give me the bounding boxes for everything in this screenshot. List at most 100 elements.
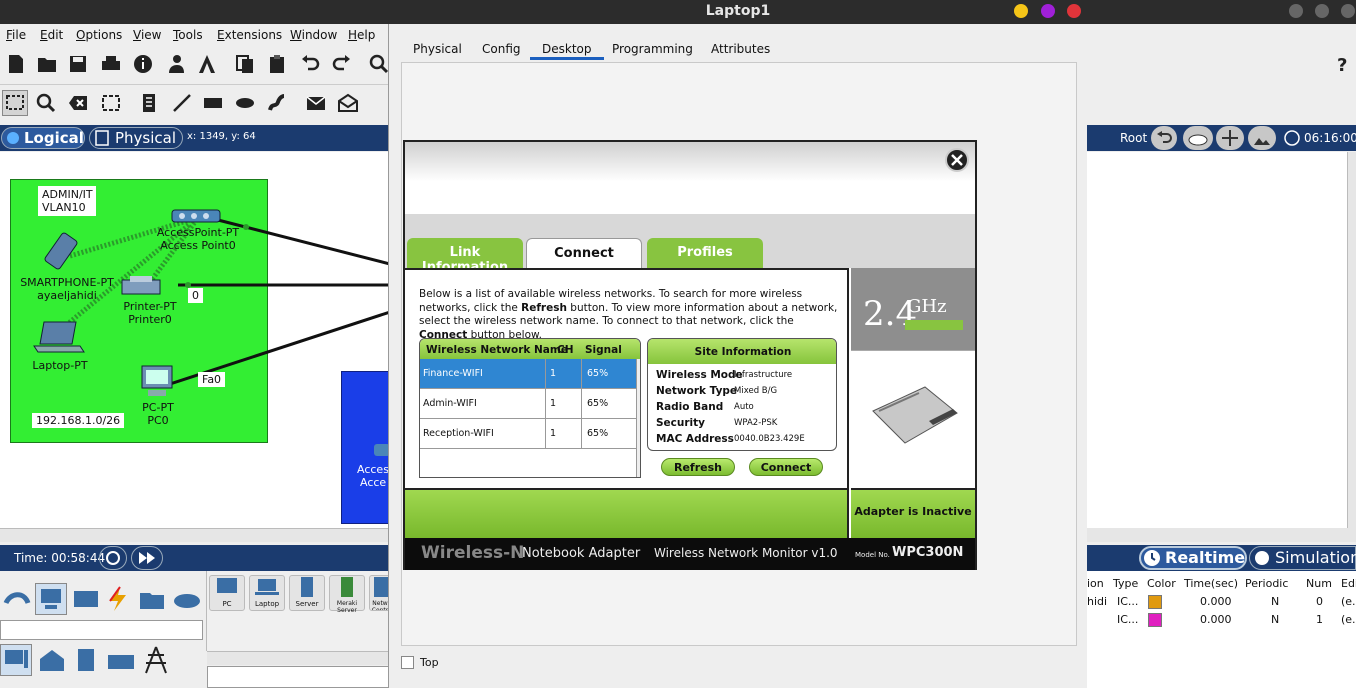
network-table-scrollbar[interactable] — [636, 359, 640, 477]
back-button[interactable] — [1151, 126, 1177, 150]
connections-icon[interactable] — [104, 585, 132, 613]
physical-tab[interactable]: Physical — [89, 127, 183, 149]
network-row-finance[interactable]: Finance-WIFI 1 65% — [420, 359, 636, 389]
info-icon[interactable] — [132, 53, 154, 75]
menu-edit[interactable]: Edit — [40, 28, 63, 42]
industrial-icon[interactable] — [106, 647, 136, 673]
horizontal-scrollbar-right[interactable] — [1087, 528, 1356, 542]
minimize-button[interactable] — [1014, 4, 1028, 18]
brand-wireless-n: Wireless-N — [421, 543, 525, 563]
activity-wizard-icon[interactable] — [196, 53, 218, 75]
simple-pdu-icon[interactable] — [305, 92, 327, 114]
zoom-in-icon[interactable] — [368, 53, 390, 75]
background-image-button[interactable] — [1248, 126, 1276, 150]
pc-device-icon[interactable] — [138, 364, 178, 400]
user-icon[interactable] — [164, 53, 186, 75]
tab-physical[interactable]: Physical — [401, 38, 474, 60]
paste-icon[interactable] — [266, 53, 288, 75]
dock-server[interactable]: Server — [289, 575, 325, 611]
vertical-scrollbar[interactable] — [1347, 152, 1356, 528]
pc-subcategory-icon — [5, 650, 28, 668]
save-icon[interactable] — [67, 53, 89, 75]
connect-button[interactable]: Connect — [749, 458, 823, 476]
tab-profiles[interactable]: Profiles — [647, 238, 763, 268]
event-row[interactable]: hidi IC... 0.000 N 0 (e... — [1087, 593, 1356, 611]
main-maximize-button[interactable] — [1315, 4, 1329, 18]
tab-config[interactable]: Config — [470, 38, 533, 60]
logical-tab[interactable]: Logical — [1, 127, 85, 149]
menu-extensions[interactable]: Extensions — [217, 28, 282, 42]
monitor-close-button[interactable] — [945, 148, 969, 172]
print-icon[interactable] — [100, 53, 122, 75]
network-row-admin[interactable]: Admin-WIFI 1 65% — [420, 389, 636, 419]
event-row[interactable]: IC... 0.000 N 1 (e... — [1087, 611, 1356, 629]
clock-display[interactable]: 06:16:00 — [1280, 126, 1356, 150]
realtime-button[interactable]: Realtime — [1139, 546, 1247, 570]
freeform-icon[interactable] — [266, 92, 288, 114]
close-button[interactable] — [1067, 4, 1081, 18]
move-button[interactable] — [1216, 126, 1244, 150]
device-search-field[interactable] — [0, 620, 203, 640]
multiuser-cloud-icon[interactable] — [172, 587, 202, 611]
fast-forward-button[interactable] — [131, 546, 163, 570]
tab-link-information[interactable]: Link Information — [407, 238, 523, 275]
note-icon[interactable] — [138, 92, 160, 114]
tab-desktop[interactable]: Desktop — [530, 38, 604, 60]
copy-icon[interactable] — [234, 53, 256, 75]
draw-ellipse-icon[interactable] — [234, 92, 256, 114]
complex-pdu-icon[interactable] — [337, 92, 359, 114]
menu-file[interactable]: File — [6, 28, 26, 42]
power-cycle-button[interactable] — [99, 546, 127, 570]
top-checkbox[interactable] — [401, 656, 414, 669]
resize-icon[interactable] — [100, 92, 122, 114]
dock-pc[interactable]: PC — [209, 575, 245, 611]
dock-meraki-server[interactable]: Meraki Server — [329, 575, 365, 614]
svg-text:?: ? — [1337, 55, 1347, 75]
pc-subcategory[interactable] — [0, 644, 32, 676]
network-row-reception[interactable]: Reception-WIFI 1 65% — [420, 419, 636, 449]
draw-line-icon[interactable] — [171, 92, 193, 114]
new-file-icon[interactable] — [5, 53, 27, 75]
root-label[interactable]: Root — [1120, 131, 1147, 145]
tab-connect[interactable]: Connect — [526, 238, 642, 268]
inspect-magnifier-icon[interactable] — [35, 92, 57, 114]
help-question-icon[interactable]: ? — [1331, 53, 1353, 75]
access-point-icon[interactable] — [170, 206, 222, 226]
delete-icon[interactable] — [67, 92, 89, 114]
main-minimize-button[interactable] — [1289, 4, 1303, 18]
draw-rectangle-icon[interactable] — [202, 92, 224, 114]
redo-icon[interactable] — [331, 53, 353, 75]
end-devices-category[interactable] — [35, 583, 67, 615]
logical-workspace[interactable]: ADMIN/IT VLAN10 192.168.1.0/26 AccessPoi… — [0, 152, 390, 542]
power-grid-icon[interactable] — [142, 645, 170, 675]
menu-view[interactable]: View — [133, 28, 161, 42]
menu-options[interactable]: Options — [76, 28, 122, 42]
home-subcategory-icon[interactable] — [38, 647, 66, 673]
event-edit[interactable]: (e... — [1341, 613, 1356, 626]
simulation-button[interactable]: Simulation — [1249, 546, 1356, 570]
select-tool-button[interactable] — [2, 90, 28, 116]
dock-laptop[interactable]: Laptop — [249, 575, 285, 611]
open-folder-icon[interactable] — [36, 53, 58, 75]
cloud-button[interactable] — [1183, 126, 1213, 150]
main-close-button[interactable] — [1341, 4, 1355, 18]
tab-attributes[interactable]: Attributes — [699, 38, 782, 60]
laptop-device-icon[interactable] — [32, 320, 88, 358]
event-edit[interactable]: (e... — [1341, 595, 1356, 608]
menu-help[interactable]: Help — [348, 28, 375, 42]
tab-programming[interactable]: Programming — [600, 38, 705, 60]
workspace-right[interactable] — [1087, 152, 1347, 528]
menu-window[interactable]: Window — [290, 28, 337, 42]
maximize-button[interactable] — [1041, 4, 1055, 18]
dock-scrollbar[interactable] — [207, 651, 391, 665]
smartphone-icon[interactable] — [42, 232, 84, 272]
horizontal-scrollbar[interactable] — [0, 528, 390, 542]
menu-tools[interactable]: Tools — [173, 28, 203, 42]
components-icon[interactable] — [72, 587, 100, 611]
undo-icon[interactable] — [299, 53, 321, 75]
network-devices-icon[interactable] — [2, 585, 32, 613]
refresh-button[interactable]: Refresh — [661, 458, 735, 476]
printer-icon[interactable] — [120, 274, 164, 300]
miscellaneous-icon[interactable] — [138, 587, 166, 611]
smart-city-icon[interactable] — [72, 647, 100, 673]
